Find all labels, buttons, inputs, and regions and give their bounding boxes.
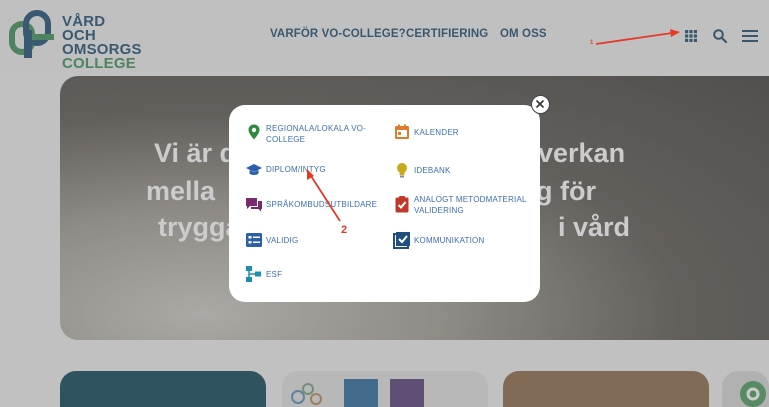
calendar-icon [395,124,409,139]
clipboard-check-icon [395,196,409,213]
menu-item-label-line1: ANALOGT METODMATERIAL [414,195,527,204]
menu-item-label: ESF [266,270,283,279]
chat-bubbles-icon [246,198,262,212]
menu-item-label: DIPLOM/INTYG [266,165,326,174]
menu-item-label: IDEBANK [414,166,451,175]
menu-item-label: SPRÅKOMBUDSUTBILDARE [266,200,378,209]
close-icon [535,99,545,109]
checkbox-icon [393,232,410,249]
lightbulb-icon [397,163,407,178]
annotation-label-2: 2 [341,224,348,236]
menu-item-label: VALIDIG [266,236,299,245]
graduation-cap-icon [246,164,262,175]
menu-item-label: KOMMUNIKATION [414,236,485,245]
map-pin-icon [248,124,260,140]
network-icon [246,266,261,282]
checklist-icon [246,233,262,247]
apps-menu-modal: REGIONALA/LOKALA VO- COLLEGE KALENDER DI… [229,105,540,302]
menu-item-label: KALENDER [414,128,459,137]
annotation-label-1: 1 [590,40,594,46]
menu-item-label-line2: COLLEGE [266,135,306,144]
menu-item-label-line1: REGIONALA/LOKALA VO- [266,124,367,133]
modal-close-button[interactable] [531,95,550,114]
menu-item-label-line2: VALIDERING [414,205,464,215]
